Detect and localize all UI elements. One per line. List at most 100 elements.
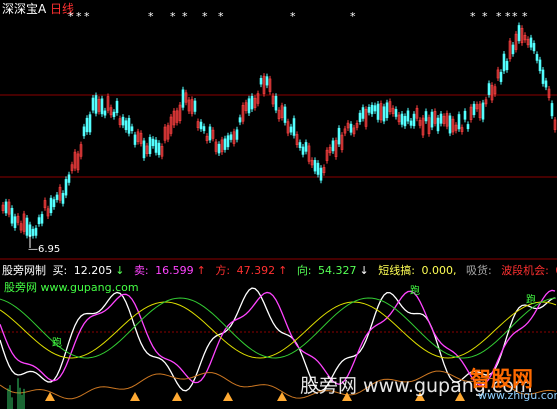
- candle-body: [208, 126, 212, 141]
- candle-body: [181, 89, 185, 108]
- candle-body: [283, 106, 287, 123]
- buy-triangle: [223, 392, 233, 401]
- candle-body: [412, 113, 416, 127]
- watermark-logo-url: www.zhigu.com: [478, 389, 557, 402]
- candle-body: [223, 138, 227, 150]
- candle-body: [550, 103, 554, 117]
- candle-body: [394, 109, 398, 117]
- candle-body: [37, 217, 41, 225]
- candle-body: [382, 106, 386, 122]
- candle-body: [226, 135, 230, 148]
- candle-body: [124, 120, 128, 131]
- candle-body: [499, 71, 503, 82]
- signal-marker: *: [522, 10, 528, 23]
- candle-body: [31, 228, 35, 236]
- candle-body: [67, 174, 71, 183]
- candle-body: [409, 120, 413, 126]
- candle-body: [436, 117, 440, 132]
- run-label-1: 跑: [410, 286, 420, 297]
- candle-body: [424, 111, 428, 122]
- candle-body: [259, 77, 263, 85]
- candle-body: [430, 111, 434, 128]
- candle-body: [511, 44, 515, 55]
- signal-marker: *: [202, 10, 208, 23]
- watermark-top-left: 股旁网 www.gupang.com: [4, 281, 139, 294]
- candle-body: [130, 126, 134, 132]
- signal-marker: *: [148, 10, 154, 23]
- candle-body: [385, 102, 389, 119]
- wave-readout: 波段机会: 0: [501, 264, 557, 277]
- candle-body: [544, 80, 548, 88]
- candle-body: [40, 214, 44, 224]
- candle-body: [49, 197, 53, 214]
- signal-marker: *: [470, 10, 476, 23]
- candle-body: [151, 138, 155, 147]
- signal-marker: *: [182, 10, 188, 23]
- candle-body: [448, 115, 452, 134]
- candle-body: [193, 100, 197, 112]
- signal-marker: *: [76, 10, 82, 23]
- candle-body: [250, 95, 254, 110]
- candle-body: [85, 117, 89, 133]
- candle-body: [529, 37, 533, 48]
- candle-body: [400, 113, 404, 125]
- candle-body: [349, 123, 353, 133]
- candle-body: [157, 142, 161, 155]
- candle-body: [235, 129, 239, 140]
- candle-body: [199, 121, 203, 130]
- signal-marker: *: [496, 10, 502, 23]
- signal-marker: *: [84, 10, 90, 23]
- candle-body: [247, 98, 251, 114]
- signal-marker: *: [170, 10, 176, 23]
- candle-body: [457, 114, 461, 130]
- short-line-readout: 短线搞: 0.000,: [378, 264, 457, 277]
- candle-body: [376, 103, 380, 120]
- candle-body: [337, 127, 341, 145]
- candle-body: [505, 61, 509, 71]
- signal-markers: * * * * * * * * * * * * * * * *: [68, 10, 528, 23]
- candle-body: [301, 146, 305, 155]
- candle-body: [142, 140, 146, 159]
- candle-body: [91, 97, 95, 111]
- candle-body: [133, 134, 137, 145]
- candle-body: [202, 126, 206, 132]
- stock-chart-window: 深深宝A 日线 * * * * * * * * * * * * * * * * —6.95 股旁网制 买: 1…: [0, 0, 557, 409]
- candle-body: [463, 110, 467, 120]
- candle-body: [274, 95, 278, 111]
- candle-body: [64, 179, 68, 196]
- candle-body: [121, 116, 125, 126]
- candle-body: [373, 105, 377, 112]
- candle-body: [217, 143, 221, 154]
- candle-body: [100, 98, 104, 115]
- candle-body: [439, 113, 443, 124]
- candle-body: [61, 193, 65, 204]
- run-label-3: 跑: [52, 338, 62, 349]
- price-chart[interactable]: * * * * * * * * * * * * * * * *: [0, 0, 557, 409]
- candle-body: [535, 54, 539, 61]
- signal-marker: *: [350, 10, 356, 23]
- candle-body: [94, 95, 98, 114]
- candle-body: [331, 140, 335, 152]
- signal-marker: *: [482, 10, 488, 23]
- candle-body: [10, 207, 14, 224]
- signal-marker: *: [505, 10, 511, 23]
- signal-marker: *: [218, 10, 224, 23]
- candle-body: [538, 59, 542, 72]
- candle-body: [487, 83, 491, 95]
- candle-body: [154, 139, 158, 153]
- candlestick-series: [1, 22, 557, 248]
- signal-marker: *: [512, 10, 518, 23]
- candle-body: [289, 126, 293, 133]
- candle-body: [481, 102, 485, 120]
- candle-body: [304, 142, 308, 152]
- candle-body: [298, 142, 302, 148]
- candle-body: [265, 76, 269, 86]
- candle-body: [319, 167, 323, 181]
- buy-readout: 买: 12.205 ↓: [52, 264, 125, 277]
- candle-body: [34, 227, 38, 236]
- buy-triangle: [130, 392, 140, 401]
- candle-body: [4, 201, 8, 214]
- candle-body: [406, 110, 410, 122]
- indicator-name[interactable]: 股旁网制: [2, 264, 46, 277]
- signal-marker: *: [68, 10, 74, 23]
